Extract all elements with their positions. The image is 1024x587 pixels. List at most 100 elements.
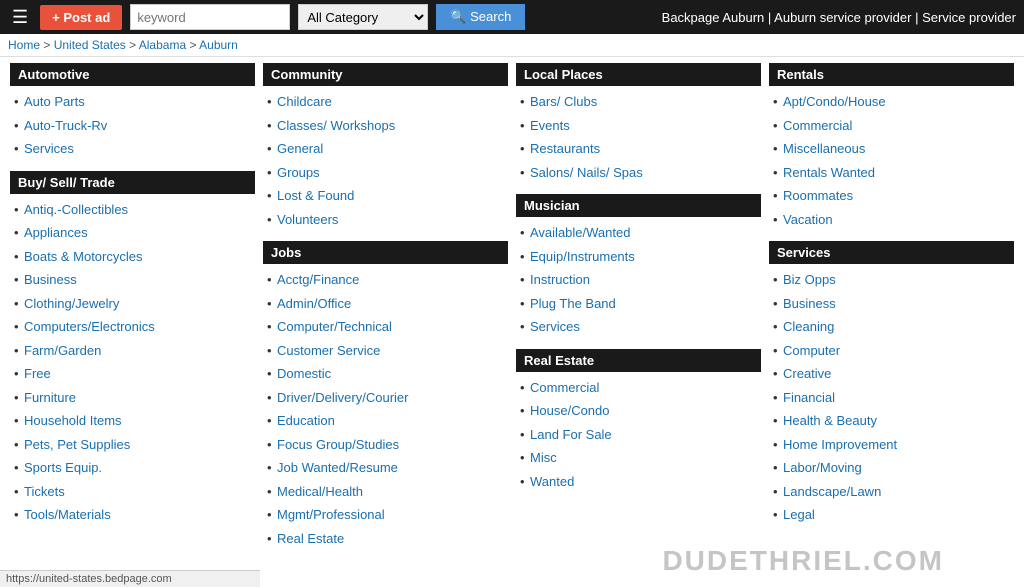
link-home-improvement[interactable]: Home Improvement [783, 437, 897, 452]
link-misc[interactable]: Misc [530, 450, 557, 465]
list-item: Services [10, 137, 255, 161]
section-3-0: RentalsApt/Condo/HouseCommercialMiscella… [769, 63, 1014, 231]
link-job-wanted-resume[interactable]: Job Wanted/Resume [277, 460, 398, 475]
link-mgmt-professional[interactable]: Mgmt/Professional [277, 507, 385, 522]
link-auto-parts[interactable]: Auto Parts [24, 94, 85, 109]
link-commercial[interactable]: Commercial [783, 118, 852, 133]
link-groups[interactable]: Groups [277, 165, 320, 180]
link-business[interactable]: Business [24, 272, 77, 287]
list-item: Financial [769, 386, 1014, 410]
link-classes-workshops[interactable]: Classes/ Workshops [277, 118, 395, 133]
link-rentals-wanted[interactable]: Rentals Wanted [783, 165, 875, 180]
section-2-2: Real EstateCommercialHouse/CondoLand For… [516, 349, 761, 494]
link-creative[interactable]: Creative [783, 366, 831, 381]
link-acctg-finance[interactable]: Acctg/Finance [277, 272, 359, 287]
breadcrumb-alabama[interactable]: Alabama [139, 38, 186, 52]
link-services[interactable]: Services [530, 319, 580, 334]
list-item: Classes/ Workshops [263, 114, 508, 138]
link-household-items[interactable]: Household Items [24, 413, 122, 428]
list-item: Boats & Motorcycles [10, 245, 255, 269]
header: ☰ + Post ad All Category 🔍 Search Backpa… [0, 0, 1024, 34]
link-services[interactable]: Services [24, 141, 74, 156]
link-antiq-collectibles[interactable]: Antiq.-Collectibles [24, 202, 128, 217]
link-general[interactable]: General [277, 141, 323, 156]
list-item: Commercial [516, 376, 761, 400]
link-pets-pet-supplies[interactable]: Pets, Pet Supplies [24, 437, 130, 452]
link-biz-opps[interactable]: Biz Opps [783, 272, 836, 287]
link-driver-delivery-courier[interactable]: Driver/Delivery/Courier [277, 390, 408, 405]
link-tools-materials[interactable]: Tools/Materials [24, 507, 111, 522]
link-appliances[interactable]: Appliances [24, 225, 88, 240]
section-header-1-1: Jobs [263, 241, 508, 264]
keyword-input[interactable] [130, 4, 290, 30]
link-miscellaneous[interactable]: Miscellaneous [783, 141, 865, 156]
link-lost-found[interactable]: Lost & Found [277, 188, 354, 203]
link-furniture[interactable]: Furniture [24, 390, 76, 405]
link-wanted[interactable]: Wanted [530, 474, 574, 489]
link-labor-moving[interactable]: Labor/Moving [783, 460, 862, 475]
link-clothing-jewelry[interactable]: Clothing/Jewelry [24, 296, 119, 311]
link-domestic[interactable]: Domestic [277, 366, 331, 381]
list-item: Rentals Wanted [769, 161, 1014, 185]
link-computer[interactable]: Computer [783, 343, 840, 358]
list-item: Restaurants [516, 137, 761, 161]
link-vacation[interactable]: Vacation [783, 212, 833, 227]
section-2-0: Local PlacesBars/ ClubsEventsRestaurants… [516, 63, 761, 184]
section-1-1: Jobs Acctg/Finance Admin/Office Computer/Te… [263, 241, 508, 550]
category-select[interactable]: All Category [298, 4, 428, 30]
breadcrumb-home[interactable]: Home [8, 38, 40, 52]
breadcrumb-auburn[interactable]: Auburn [199, 38, 238, 52]
list-item: Wanted [516, 470, 761, 494]
list-item: Pets, Pet Supplies [10, 433, 255, 457]
link-financial[interactable]: Financial [783, 390, 835, 405]
link-instruction[interactable]: Instruction [530, 272, 590, 287]
breadcrumb-united-states[interactable]: United States [54, 38, 126, 52]
list-item: Creative [769, 362, 1014, 386]
link-admin-office[interactable]: Admin/Office [277, 296, 351, 311]
link-business[interactable]: Business [783, 296, 836, 311]
link-restaurants[interactable]: Restaurants [530, 141, 600, 156]
link-real-estate[interactable]: Real Estate [277, 531, 344, 546]
link-medical-health[interactable]: Medical/Health [277, 484, 363, 499]
link-farm-garden[interactable]: Farm/Garden [24, 343, 101, 358]
link-apt-condo-house[interactable]: Apt/Condo/House [783, 94, 886, 109]
list-item: General [263, 137, 508, 161]
link-childcare[interactable]: Childcare [277, 94, 332, 109]
link-land-for-sale[interactable]: Land For Sale [530, 427, 612, 442]
link-cleaning[interactable]: Cleaning [783, 319, 834, 334]
list-item: Acctg/Finance [263, 268, 508, 292]
link-computer-technical[interactable]: Computer/Technical [277, 319, 392, 334]
link-legal[interactable]: Legal [783, 507, 815, 522]
link-roommates[interactable]: Roommates [783, 188, 853, 203]
link-events[interactable]: Events [530, 118, 570, 133]
link-house-condo[interactable]: House/Condo [530, 403, 610, 418]
link-sports-equip-[interactable]: Sports Equip. [24, 460, 102, 475]
link-volunteers[interactable]: Volunteers [277, 212, 338, 227]
column-3: RentalsApt/Condo/HouseCommercialMiscella… [765, 63, 1018, 560]
link-health-beauty[interactable]: Health & Beauty [783, 413, 877, 428]
link-salons-nails-spas[interactable]: Salons/ Nails/ Spas [530, 165, 643, 180]
list-item: Health & Beauty [769, 409, 1014, 433]
link-computers-electronics[interactable]: Computers/Electronics [24, 319, 155, 334]
link-equip-instruments[interactable]: Equip/Instruments [530, 249, 635, 264]
section-list-2-2: Commercial House/Condo Land For Sale Misc Wa… [516, 376, 761, 494]
link-free[interactable]: Free [24, 366, 51, 381]
link-bars-clubs[interactable]: Bars/ Clubs [530, 94, 597, 109]
menu-icon[interactable]: ☰ [8, 5, 32, 30]
link-education[interactable]: Education [277, 413, 335, 428]
search-button[interactable]: 🔍 Search [436, 4, 525, 30]
main-content: AutomotiveAuto PartsAuto-Truck-RvService… [0, 57, 1024, 566]
link-available-wanted[interactable]: Available/Wanted [530, 225, 630, 240]
list-item: Clothing/Jewelry [10, 292, 255, 316]
link-landscape-lawn[interactable]: Landscape/Lawn [783, 484, 881, 499]
link-boats-motorcycles[interactable]: Boats & Motorcycles [24, 249, 143, 264]
link-focus-group-studies[interactable]: Focus Group/Studies [277, 437, 399, 452]
post-ad-button[interactable]: + Post ad [40, 5, 122, 30]
link-auto-truck-rv[interactable]: Auto-Truck-Rv [24, 118, 107, 133]
list-item: Bars/ Clubs [516, 90, 761, 114]
link-customer-service[interactable]: Customer Service [277, 343, 380, 358]
link-tickets[interactable]: Tickets [24, 484, 65, 499]
link-commercial[interactable]: Commercial [530, 380, 599, 395]
link-plug-the-band[interactable]: Plug The Band [530, 296, 616, 311]
list-item: Miscellaneous [769, 137, 1014, 161]
